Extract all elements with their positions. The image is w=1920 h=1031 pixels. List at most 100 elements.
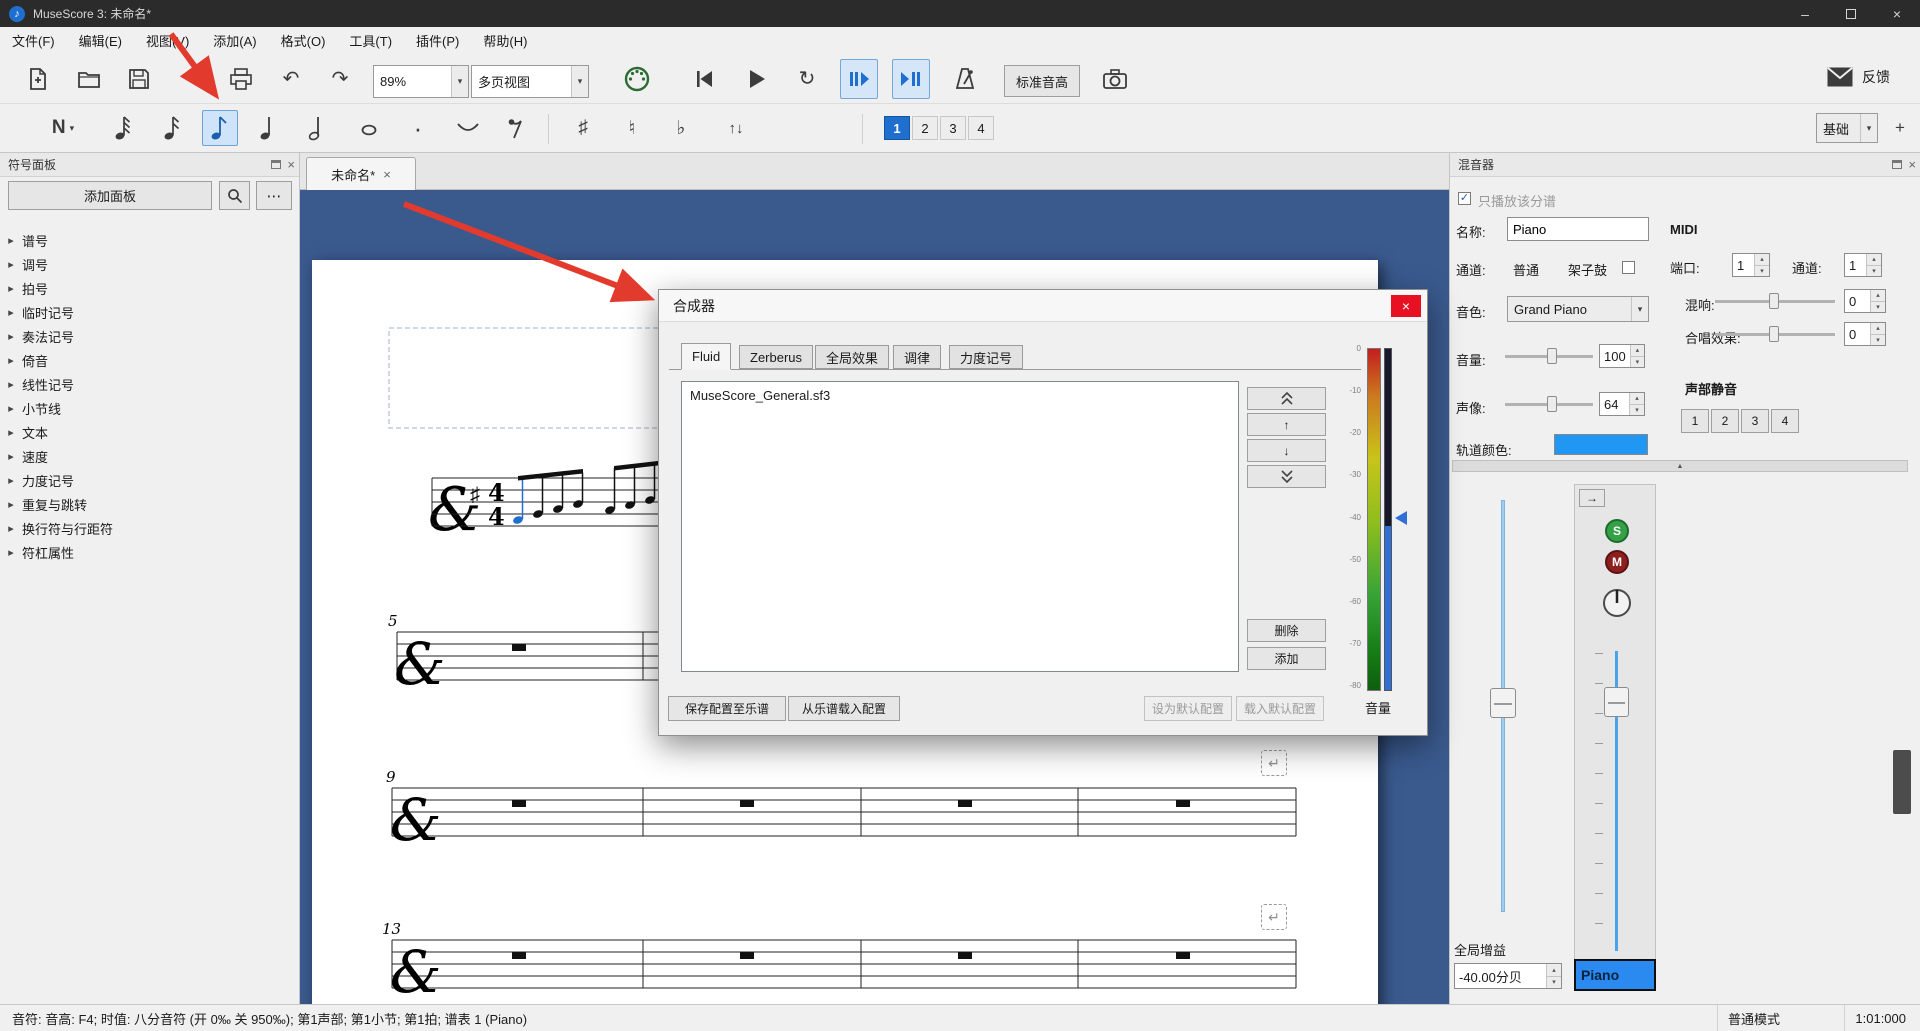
whole-rest[interactable] [740,952,754,959]
menu-item-format[interactable]: 格式(O) [269,27,338,54]
port-spinbox[interactable]: 1 ▴ ▾ [1732,253,1770,277]
whole-rest[interactable] [1176,800,1190,807]
menu-item-add[interactable]: 添加(A) [201,27,268,54]
redo-button[interactable]: ↷ [321,61,359,97]
menu-item-file[interactable]: 文件(F) [0,27,67,54]
rest-button[interactable] [498,110,534,146]
loop-playback-button[interactable]: ↻ [788,61,826,97]
note-group-1[interactable] [512,469,584,525]
move-to-top-button[interactable] [1247,387,1326,410]
zoom-combobox[interactable]: 89% ▾ [373,65,469,98]
print-button[interactable] [222,61,260,97]
voice-4-button[interactable]: 4 [968,116,994,140]
palette-item-grace-notes[interactable]: ▸ 倚音 [0,348,300,372]
palette-item-time-signatures[interactable]: ▸ 拍号 [0,276,300,300]
tab-tuning[interactable]: 调律 [893,345,942,369]
note-whole-button[interactable] [351,110,387,146]
palette-item-tempo[interactable]: ▸ 速度 [0,444,300,468]
move-down-button[interactable]: ↓ [1247,439,1326,462]
natural-button[interactable]: ♮ [614,110,650,146]
palette-more-button[interactable]: ⋯ [256,181,292,210]
whole-rest[interactable] [958,800,972,807]
maximize-button[interactable] [1828,0,1874,27]
pan-score-toggle[interactable] [840,59,878,99]
flip-direction-button[interactable]: ↑↓ [716,110,756,146]
palette-item-accidentals[interactable]: ▸ 临时记号 [0,300,300,324]
new-score-button[interactable] [19,61,57,97]
mute-button[interactable]: M [1605,550,1629,574]
whole-rest[interactable] [512,644,526,651]
note-quarter-button[interactable] [251,110,287,146]
flat-button[interactable]: ♭ [663,110,699,146]
note-16th-button[interactable] [155,110,191,146]
close-button[interactable]: × [1874,0,1920,27]
soundfont-item[interactable]: MuseScore_General.sf3 [690,388,830,403]
menu-item-edit[interactable]: 编辑(E) [67,27,134,54]
dialog-close-button[interactable]: × [1391,295,1421,317]
name-input[interactable] [1507,217,1649,241]
concert-pitch-button[interactable]: 标准音高 [1004,65,1080,97]
move-to-bottom-button[interactable] [1247,465,1326,488]
note-32nd-button[interactable] [106,110,142,146]
palette-item-text[interactable]: ▸ 文本 [0,420,300,444]
soundfont-list[interactable]: MuseScore_General.sf3 [681,381,1239,672]
master-volume-handle[interactable] [1395,511,1407,525]
palette-item-dynamics[interactable]: ▸ 力度记号 [0,468,300,492]
palette-item-clefs[interactable]: ▸ 谱号 [0,228,300,252]
dialog-title-bar[interactable]: 合成器 [659,290,1427,322]
add-workspace-button[interactable]: + [1884,113,1916,143]
drumset-checkbox[interactable] [1622,261,1635,274]
whole-rest[interactable] [512,952,526,959]
part-3-button[interactable]: 3 [1741,409,1769,433]
whole-rest[interactable] [740,800,754,807]
undo-button[interactable]: ↶ [272,61,310,97]
view-mode-combobox[interactable]: 多页视图 ▾ [471,65,589,98]
palette-search-button[interactable] [219,181,250,210]
part-1-button[interactable]: 1 [1681,409,1709,433]
system-break-marker[interactable]: ↵ [1261,904,1287,930]
solo-button[interactable]: S [1605,519,1629,543]
track-name-label[interactable]: Piano [1574,959,1656,991]
pan-spinbox[interactable]: 64 ▴ ▾ [1599,392,1645,416]
note-input-mode-button[interactable]: N ▾ [40,110,86,146]
sound-combobox[interactable]: Grand Piano ▾ [1507,296,1649,322]
add-palettes-button[interactable]: 添加面板 [8,181,212,210]
chorus-slider[interactable] [1715,325,1835,343]
volume-slider[interactable] [1505,347,1593,365]
master-gain-handle[interactable] [1490,688,1516,718]
close-icon[interactable]: × [287,157,295,172]
feedback-button[interactable]: 反馈 [1826,66,1890,88]
whole-rest[interactable] [1176,952,1190,959]
pan-slider[interactable] [1505,395,1593,413]
augmentation-dot-button[interactable]: · [400,110,436,146]
sharp-button[interactable]: ♯ [565,110,601,146]
mixer-scrollbar-thumb[interactable] [1893,750,1911,814]
workspace-combobox[interactable]: 基础 ▾ [1816,113,1878,143]
system-break-marker[interactable]: ↵ [1261,750,1287,776]
note-eighth-button[interactable] [202,110,238,146]
palette-item-articulations[interactable]: ▸ 奏法记号 [0,324,300,348]
move-up-button[interactable]: ↑ [1247,413,1326,436]
reverb-spinbox[interactable]: 0 ▴ ▾ [1844,289,1886,313]
chorus-spinbox[interactable]: 0 ▴ ▾ [1844,322,1886,346]
minimize-button[interactable]: – [1782,0,1828,27]
palette-item-lines[interactable]: ▸ 线性记号 [0,372,300,396]
open-file-button[interactable] [70,61,108,97]
part-2-button[interactable]: 2 [1711,409,1739,433]
note-half-button[interactable] [300,110,336,146]
whole-rest[interactable] [958,952,972,959]
play-repeats-toggle[interactable] [892,59,930,99]
midi-channel-spinbox[interactable]: 1 ▴ ▾ [1844,253,1882,277]
undock-icon[interactable] [271,160,282,169]
close-icon[interactable]: × [1908,157,1916,172]
palette-item-breaks-spacers[interactable]: ▸ 换行符与行距符 [0,516,300,540]
palette-item-barlines[interactable]: ▸ 小节线 [0,396,300,420]
tab-dynamics[interactable]: 力度记号 [949,345,1024,369]
rewind-button[interactable] [685,61,723,97]
strip-expand-button[interactable]: → [1579,489,1605,507]
image-capture-button[interactable] [1096,61,1134,97]
play-button[interactable] [737,61,775,97]
reverb-slider[interactable] [1715,292,1835,310]
palette-item-key-signatures[interactable]: ▸ 调号 [0,252,300,276]
volume-spinbox[interactable]: 100 ▴ ▾ [1599,344,1645,368]
